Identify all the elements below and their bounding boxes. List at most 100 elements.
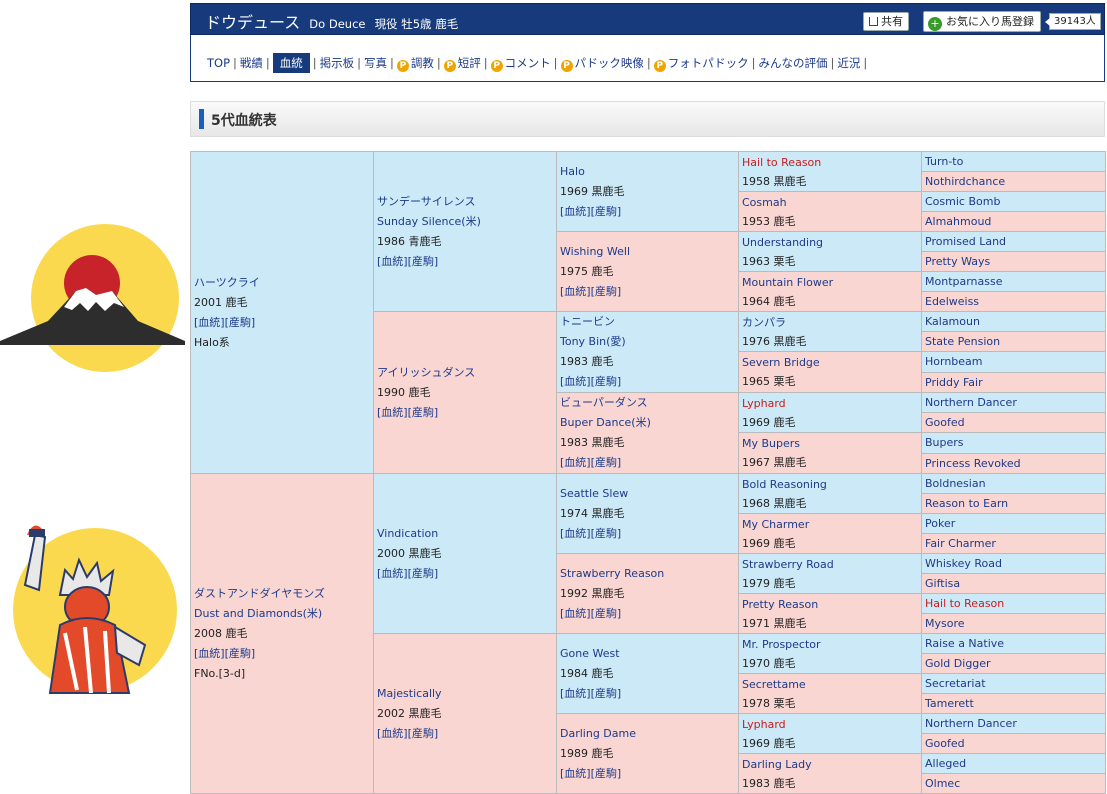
ancestor-name[interactable]: Strawberry Reason: [560, 567, 664, 580]
ancestor-name[interactable]: Bold Reasoning: [742, 478, 827, 491]
ancestor-name[interactable]: Wishing Well: [560, 245, 630, 258]
nav-link-5[interactable]: 調教: [411, 56, 434, 70]
nav-link-0[interactable]: TOP: [207, 56, 230, 70]
offspring-link[interactable]: [産駒]: [591, 607, 622, 620]
offspring-link[interactable]: [産駒]: [408, 255, 439, 268]
bloodline-link[interactable]: [血統]: [560, 285, 591, 298]
ancestor-name[interactable]: Giftisa: [925, 577, 960, 590]
nav-link-8[interactable]: パドック映像: [575, 56, 644, 70]
ancestor-name[interactable]: Turn-to: [925, 155, 963, 168]
bloodline-link[interactable]: [血統]: [560, 527, 591, 540]
ancestor-name[interactable]: Darling Dame: [560, 727, 636, 740]
ancestor-name[interactable]: Strawberry Road: [742, 558, 834, 571]
offspring-link[interactable]: [産駒]: [591, 205, 622, 218]
ancestor-name[interactable]: Secretariat: [925, 677, 986, 690]
ancestor-name[interactable]: Lyphard: [742, 397, 786, 410]
bloodline-link[interactable]: [血統]: [377, 406, 408, 419]
offspring-link[interactable]: [産駒]: [591, 285, 622, 298]
bloodline-link[interactable]: [血統]: [377, 567, 408, 580]
ancestor-name[interactable]: Princess Revoked: [925, 457, 1021, 470]
share-button[interactable]: 共有: [863, 12, 909, 31]
ancestor-name[interactable]: Halo: [560, 165, 585, 178]
ancestor-name[interactable]: Severn Bridge: [742, 356, 820, 369]
ancestor-name[interactable]: Gold Digger: [925, 657, 991, 670]
ancestor-name[interactable]: Kalamoun: [925, 315, 980, 328]
ancestor-name[interactable]: アイリッシュダンス: [377, 366, 475, 379]
ancestor-name[interactable]: Mr. Prospector: [742, 638, 821, 651]
ancestor-name-en[interactable]: Tony Bin(愛): [560, 335, 626, 348]
ancestor-name[interactable]: Goofed: [925, 416, 965, 429]
ancestor-name-en[interactable]: Dust and Diamonds(米): [194, 607, 322, 620]
offspring-link[interactable]: [産駒]: [225, 647, 256, 660]
offspring-link[interactable]: [産駒]: [591, 687, 622, 700]
nav-link-4[interactable]: 写真: [364, 56, 387, 70]
ancestor-name-en[interactable]: Sunday Silence(米): [377, 215, 481, 228]
ancestor-name[interactable]: Secrettame: [742, 678, 806, 691]
bloodline-link[interactable]: [血統]: [560, 767, 591, 780]
ancestor-name[interactable]: Cosmic Bomb: [925, 195, 1000, 208]
nav-link-2[interactable]: 血統: [272, 53, 310, 73]
bloodline-link[interactable]: [血統]: [560, 375, 591, 388]
bloodline-link[interactable]: [血統]: [560, 607, 591, 620]
bloodline-link[interactable]: [血統]: [377, 727, 408, 740]
ancestor-name[interactable]: Olmec: [925, 777, 960, 790]
ancestor-name[interactable]: Northern Dancer: [925, 717, 1017, 730]
offspring-link[interactable]: [産駒]: [408, 567, 439, 580]
add-favorite-button[interactable]: + お気に入り馬登録: [923, 11, 1041, 32]
ancestor-name[interactable]: Raise a Native: [925, 637, 1004, 650]
nav-link-1[interactable]: 戦績: [240, 56, 263, 70]
ancestor-name[interactable]: Cosmah: [742, 196, 787, 209]
ancestor-name[interactable]: Hornbeam: [925, 355, 983, 368]
ancestor-name[interactable]: Reason to Earn: [925, 497, 1008, 510]
ancestor-name[interactable]: Understanding: [742, 236, 823, 249]
ancestor-name[interactable]: Majestically: [377, 687, 442, 700]
ancestor-name[interactable]: ハーツクライ: [194, 276, 260, 289]
offspring-link[interactable]: [産駒]: [408, 727, 439, 740]
offspring-link[interactable]: [産駒]: [408, 406, 439, 419]
ancestor-name[interactable]: Darling Lady: [742, 758, 812, 771]
ancestor-name[interactable]: サンデーサイレンス: [377, 195, 476, 208]
offspring-link[interactable]: [産駒]: [591, 375, 622, 388]
bloodline-link[interactable]: [血統]: [560, 456, 591, 469]
offspring-link[interactable]: [産駒]: [591, 527, 622, 540]
ancestor-name[interactable]: Hail to Reason: [925, 597, 1004, 610]
bloodline-link[interactable]: [血統]: [560, 205, 591, 218]
ancestor-name[interactable]: ダストアンドダイヤモンズ: [194, 587, 325, 600]
ancestor-name[interactable]: My Bupers: [742, 437, 800, 450]
nav-link-9[interactable]: フォトパドック: [668, 56, 749, 70]
nav-link-11[interactable]: 近況: [837, 56, 860, 70]
ancestor-name[interactable]: Hail to Reason: [742, 156, 821, 169]
ancestor-name[interactable]: カンパラ: [742, 316, 786, 329]
ancestor-name[interactable]: Poker: [925, 517, 955, 530]
offspring-link[interactable]: [産駒]: [591, 767, 622, 780]
ancestor-name[interactable]: ビューパーダンス: [560, 396, 648, 409]
bloodline-link[interactable]: [血統]: [377, 255, 408, 268]
offspring-link[interactable]: [産駒]: [225, 316, 256, 329]
ancestor-name[interactable]: Edelweiss: [925, 295, 979, 308]
ancestor-name[interactable]: Fair Charmer: [925, 537, 996, 550]
ancestor-name[interactable]: トニービン: [560, 315, 615, 328]
ancestor-name[interactable]: Tamerett: [925, 697, 974, 710]
ancestor-name[interactable]: Boldnesian: [925, 477, 986, 490]
offspring-link[interactable]: [産駒]: [591, 456, 622, 469]
ancestor-name[interactable]: Gone West: [560, 647, 620, 660]
bloodline-link[interactable]: [血統]: [194, 316, 225, 329]
ancestor-name[interactable]: Alleged: [925, 757, 966, 770]
ancestor-name[interactable]: Mysore: [925, 617, 965, 630]
bloodline-link[interactable]: [血統]: [194, 647, 225, 660]
ancestor-name[interactable]: Pretty Reason: [742, 598, 818, 611]
ancestor-name-en[interactable]: Buper Dance(米): [560, 416, 651, 429]
ancestor-name[interactable]: Nothirdchance: [925, 175, 1005, 188]
ancestor-name[interactable]: Priddy Fair: [925, 376, 983, 389]
nav-link-10[interactable]: みんなの評価: [758, 56, 827, 70]
ancestor-name[interactable]: Whiskey Road: [925, 557, 1002, 570]
ancestor-name[interactable]: Vindication: [377, 527, 438, 540]
ancestor-name[interactable]: Seattle Slew: [560, 487, 628, 500]
ancestor-name[interactable]: State Pension: [925, 335, 1000, 348]
ancestor-name[interactable]: My Charmer: [742, 518, 809, 531]
nav-link-3[interactable]: 掲示板: [320, 56, 355, 70]
ancestor-name[interactable]: Almahmoud: [925, 215, 991, 228]
ancestor-name[interactable]: Northern Dancer: [925, 396, 1017, 409]
ancestor-name[interactable]: Bupers: [925, 436, 964, 449]
ancestor-name[interactable]: Lyphard: [742, 718, 786, 731]
